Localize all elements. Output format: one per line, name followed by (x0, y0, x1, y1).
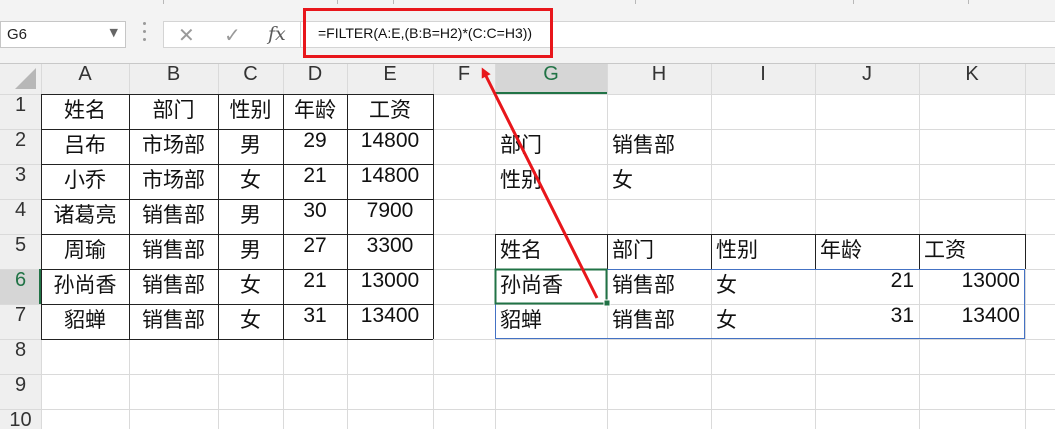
annotation-arrow (481, 67, 599, 299)
red-arrow (481, 67, 599, 299)
